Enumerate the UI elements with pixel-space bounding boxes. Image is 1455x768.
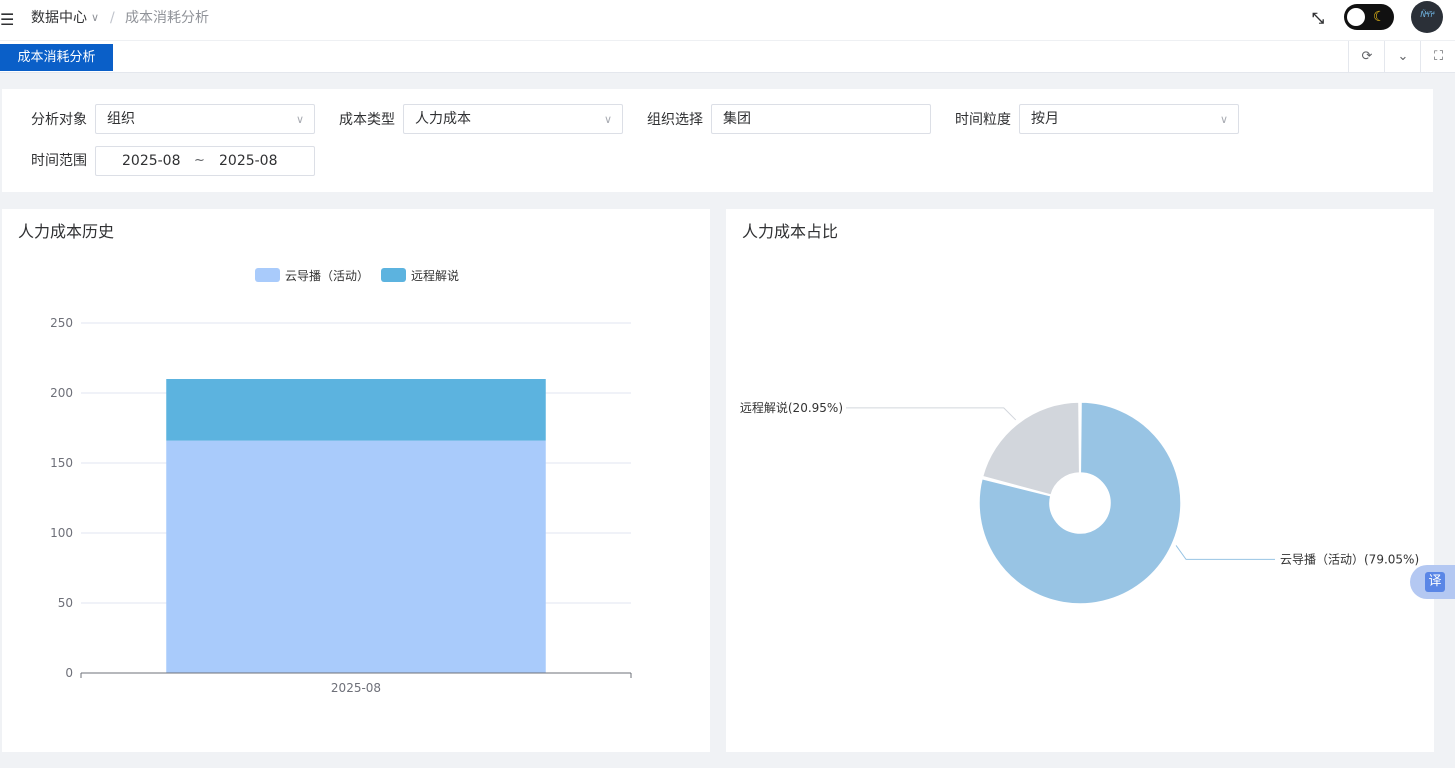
legend-item: 远程解说 [381,268,459,283]
avatar[interactable]: Ñ⁴ñ⁴ [1411,1,1443,33]
label-leader-line [1175,545,1275,560]
org-select-value: 集团 [723,111,751,127]
y-tick-label: 200 [50,386,73,400]
maximize-icon[interactable]: ⛶ [1420,41,1455,72]
time-range-label: 时间范围 [31,153,87,169]
y-tick-label: 0 [65,666,73,680]
analysis-object-label: 分析对象 [31,112,87,128]
slice-label: 云导播（活动）(79.05%) [1280,552,1419,566]
moon-icon: ☾ [1373,9,1386,25]
translate-button[interactable]: 译 [1410,565,1455,599]
org-select-label: 组织选择 [647,112,703,128]
y-tick-label: 50 [58,596,73,610]
avatar-text: Ñ⁴ñ⁴ [1420,10,1434,19]
history-chart-card: 人力成本历史 云导播（活动） 远程解说 0 50 100 150 200 250 2025-08 [2,209,710,752]
chevron-down-icon: ∨ [295,113,304,126]
chevron-down-icon[interactable]: ∨ [91,9,99,27]
y-tick-label: 100 [50,526,73,540]
breadcrumb-separator: / [110,10,115,26]
time-range-picker[interactable]: 2025-08 ~ 2025-08 [95,146,315,176]
ratio-donut-chart: 远程解说(20.95%) 云导播（活动）(79.05%) [740,400,1419,605]
time-range-start[interactable]: 2025-08 [122,152,181,170]
analysis-object-value: 组织 [107,111,135,127]
tabs-bar: 成本消耗分析 ⟳ ⌄ ⛶ [0,41,1455,73]
time-granularity-select[interactable]: 按月 ∨ [1019,104,1239,134]
breadcrumb-current: 成本消耗分析 [125,10,209,26]
ratio-chart-title: 人力成本占比 [742,222,839,241]
tab-cost-analysis[interactable]: 成本消耗分析 [0,44,113,71]
org-select-input[interactable]: 集团 [711,104,931,134]
time-range-end[interactable]: 2025-08 [219,152,278,170]
menu-fold-icon[interactable]: ☰ [0,10,14,30]
legend-label: 云导播（活动） [285,269,369,283]
history-bar-chart: 云导播（活动） 远程解说 0 50 100 150 200 250 2025-08 [50,268,632,695]
refresh-icon[interactable]: ⟳ [1348,41,1385,72]
bar-segment [166,379,546,441]
top-bar: ☰ 数据中心 ∨ / 成本消耗分析 ⤡ ☾ Ñ⁴ñ⁴ [0,0,1455,41]
y-tick-label: 150 [50,456,73,470]
fullscreen-icon[interactable]: ⤡ [1308,8,1328,28]
slice-label: 远程解说(20.95%) [740,400,843,415]
legend-swatch [255,268,280,282]
label-leader-line [846,407,1017,421]
legend-item: 云导播（活动） [255,268,369,283]
breadcrumb-data-center[interactable]: 数据中心 [31,9,87,27]
chevron-down-icon: ∨ [1219,113,1228,126]
cost-type-label: 成本类型 [339,112,395,128]
toggle-knob [1347,8,1365,26]
cost-type-value: 人力成本 [415,111,471,127]
legend-label: 远程解说 [411,268,459,283]
translate-icon: 译 [1425,572,1445,592]
filter-panel: 分析对象 组织 ∨ 成本类型 人力成本 ∨ 组织选择 集团 时间粒度 按月 ∨ … [2,89,1433,192]
time-granularity-label: 时间粒度 [955,112,1011,128]
y-tick-label: 250 [50,316,73,330]
legend-swatch [381,268,406,282]
time-range-separator: ~ [194,153,205,168]
bar-segment [166,440,546,673]
ratio-chart-card: 人力成本占比 远程解说(20.95%) 云导播（活动）(79.05%) [726,209,1434,752]
chevron-down-icon: ∨ [603,113,612,126]
analysis-object-select[interactable]: 组织 ∨ [95,104,315,134]
theme-toggle[interactable]: ☾ [1344,4,1394,30]
x-tick-label: 2025-08 [331,681,381,695]
time-granularity-value: 按月 [1031,111,1059,127]
cost-type-select[interactable]: 人力成本 ∨ [403,104,623,134]
chevron-down-icon[interactable]: ⌄ [1384,41,1421,72]
history-chart-title: 人力成本历史 [18,222,115,241]
donut-slice [981,401,1081,496]
